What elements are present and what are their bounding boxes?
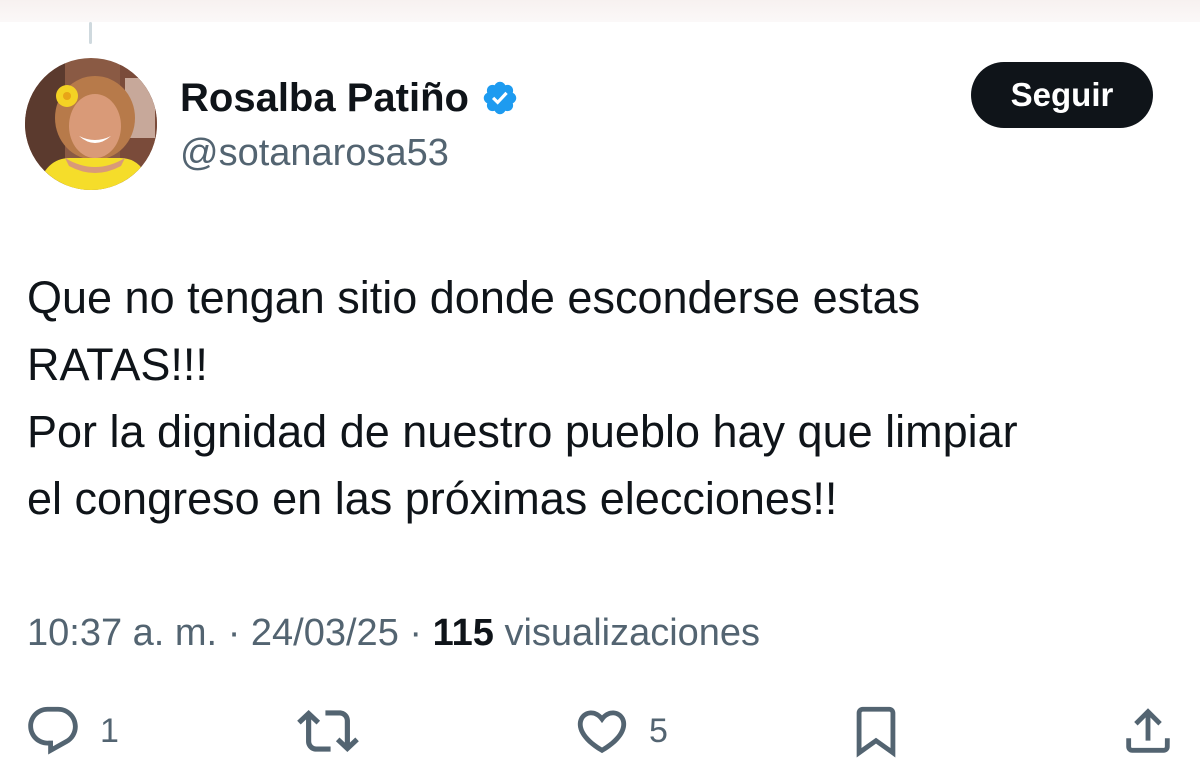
- author-handle[interactable]: @sotanarosa53: [180, 128, 449, 178]
- bookmark-button[interactable]: [847, 698, 905, 764]
- retweet-button[interactable]: [297, 698, 359, 764]
- like-count: 5: [649, 711, 668, 750]
- reply-icon: [28, 706, 78, 755]
- meta-separator: ·: [227, 612, 241, 654]
- share-button[interactable]: [1119, 698, 1177, 764]
- verified-badge-icon[interactable]: [481, 79, 519, 117]
- views-label: visualizaciones: [504, 612, 761, 654]
- tweet-date[interactable]: 24/03/25: [251, 612, 399, 654]
- author-display-name[interactable]: Rosalba Patiño: [180, 72, 469, 124]
- heart-icon: [577, 710, 627, 754]
- tweet-time[interactable]: 10:37 a. m.: [27, 612, 217, 654]
- avatar[interactable]: [25, 58, 157, 190]
- action-bar: 1 5: [0, 698, 1200, 764]
- bookmark-icon: [856, 706, 896, 758]
- avatar-image: [25, 58, 157, 190]
- like-button[interactable]: 5: [573, 698, 668, 764]
- tweet-meta: 10:37 a. m. · 24/03/25 · 115 visualizaci…: [27, 608, 760, 658]
- retweet-icon: [297, 710, 359, 752]
- views-count: 115: [432, 612, 494, 654]
- share-icon: [1126, 708, 1170, 753]
- thread-line: [89, 22, 92, 44]
- reply-count: 1: [100, 711, 119, 750]
- meta-separator: ·: [409, 612, 423, 654]
- reply-button[interactable]: 1: [24, 698, 119, 764]
- follow-button[interactable]: Seguir: [971, 62, 1153, 128]
- author-name-row[interactable]: Rosalba Patiño: [180, 72, 519, 124]
- tweet-text: Que no tengan sitio donde esconderse est…: [27, 272, 1018, 524]
- top-strip: [0, 0, 1200, 22]
